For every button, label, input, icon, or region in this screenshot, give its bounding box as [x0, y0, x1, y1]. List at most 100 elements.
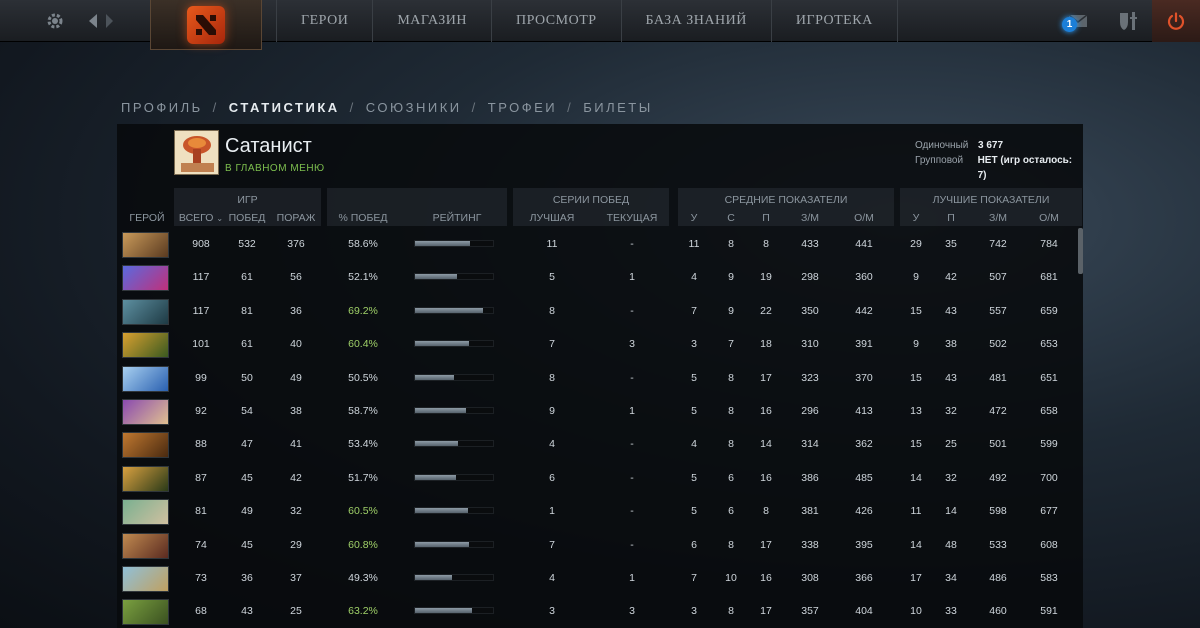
cell-aa: 16: [760, 572, 772, 584]
cell-wins: 45: [241, 538, 253, 551]
table-row[interactable]: 73 36 37 49.3% 4 1 7 10 16 308 366 17 34 486 583: [117, 562, 1083, 595]
hero-portrait[interactable]: [122, 365, 169, 392]
cell-total: 101: [192, 338, 210, 351]
hero-portrait[interactable]: [122, 298, 169, 325]
cell-ak: 4: [691, 271, 697, 284]
col-winrate[interactable]: % ПОБЕД: [335, 212, 391, 224]
hero-portrait[interactable]: [122, 499, 169, 526]
col-hero[interactable]: ГЕРОЙ: [122, 212, 172, 224]
table-row[interactable]: 908 532 376 58.6% 11 - 11 8 8 433 441 29 35 742 784: [117, 228, 1083, 261]
cell-wins: 47: [241, 438, 253, 451]
hero-portrait[interactable]: [122, 599, 169, 626]
cell-ba: 38: [945, 338, 957, 351]
armory-icon[interactable]: [1114, 0, 1142, 42]
table-row[interactable]: 74 45 29 60.8% 7 - 6 8 17 338 395 14 48 533 608: [117, 529, 1083, 562]
tab-allies[interactable]: СОЮЗНИКИ: [366, 100, 462, 115]
cell-axpm: 366: [855, 572, 873, 584]
table-row[interactable]: 87 45 42 51.7% 6 - 5 6 16 386 485 14 32 492 700: [117, 462, 1083, 495]
col-avg-deaths[interactable]: С: [720, 212, 742, 224]
cell-best: 7: [549, 338, 555, 351]
cell-axpm: 395: [855, 538, 873, 551]
col-avg-xpm[interactable]: О/М: [848, 212, 880, 224]
solo-rank-value: 3 677: [978, 140, 1004, 151]
main-nav: ГЕРОИ МАГАЗИН ПРОСМОТР БАЗА ЗНАНИЙ ИГРОТ…: [276, 0, 898, 42]
cell-bgpm: 492: [989, 471, 1007, 484]
col-losses[interactable]: ПОРАЖ: [271, 212, 321, 224]
cell-aa: 8: [763, 238, 769, 250]
scrollbar[interactable]: [1078, 228, 1083, 274]
cell-total: 99: [195, 371, 207, 384]
col-best-xpm[interactable]: О/М: [1033, 212, 1065, 224]
table-row[interactable]: 101 61 40 60.4% 7 3 3 7 18 310 391 9 38 502 653: [117, 328, 1083, 361]
hero-portrait[interactable]: [122, 265, 169, 292]
table-row[interactable]: 81 49 32 60.5% 1 - 5 6 8 381 426 11 14 598 677: [117, 495, 1083, 528]
nav-arcade[interactable]: ИГРОТЕКА: [772, 0, 898, 42]
rating-bar-fill: [415, 341, 469, 347]
col-wins[interactable]: ПОБЕД: [225, 212, 269, 224]
nav-learn[interactable]: БАЗА ЗНАНИЙ: [622, 0, 772, 42]
table-row[interactable]: 99 50 49 50.5% 8 - 5 8 17 323 370 15 43 481 651: [117, 362, 1083, 395]
col-rating[interactable]: РЕЙТИНГ: [417, 212, 497, 224]
table-row[interactable]: 117 81 36 69.2% 8 - 7 9 22 350 442 15 43 557 659: [117, 295, 1083, 328]
gear-icon[interactable]: [40, 0, 70, 42]
cell-aa: 22: [760, 304, 772, 317]
breadcrumb-separator: /: [212, 100, 219, 115]
hero-portrait[interactable]: [122, 566, 169, 592]
hero-portrait[interactable]: [122, 399, 169, 425]
hero-portrait[interactable]: [122, 532, 169, 559]
cell-wins: 49: [241, 505, 253, 518]
hero-portrait[interactable]: [122, 332, 169, 359]
cell-ak: 5: [691, 471, 697, 484]
cell-wins: 61: [241, 338, 253, 351]
col-best-streak[interactable]: ЛУЧШАЯ: [521, 212, 583, 224]
cell-axpm: 441: [855, 238, 873, 250]
tab-tickets[interactable]: БИЛЕТЫ: [583, 100, 653, 115]
cell-winrate: 60.8%: [348, 538, 378, 551]
cell-total: 117: [192, 304, 210, 317]
col-total[interactable]: ВСЕГО ⌄: [177, 212, 225, 224]
cell-winrate: 49.3%: [348, 572, 378, 584]
cell-agpm: 386: [801, 471, 819, 484]
rating-bar-fill: [415, 307, 483, 313]
cell-aa: 18: [760, 338, 772, 351]
hero-portrait[interactable]: [122, 465, 169, 492]
table-row[interactable]: 68 43 25 63.2% 3 3 3 8 17 357 404 10 33 460 591: [117, 595, 1083, 628]
col-best-kills[interactable]: У: [905, 212, 927, 224]
table-row[interactable]: 88 47 41 53.4% 4 - 4 8 14 314 362 15 25 501 599: [117, 428, 1083, 461]
cell-ad: 6: [728, 505, 734, 518]
hero-portrait[interactable]: [122, 232, 169, 258]
cell-bgpm: 481: [989, 371, 1007, 384]
group-best: ЛУЧШИЕ ПОКАЗАТЕЛИ: [932, 194, 1050, 206]
avatar[interactable]: [174, 130, 219, 175]
col-best-gpm[interactable]: З/М: [981, 212, 1015, 224]
nav-heroes[interactable]: ГЕРОИ: [276, 0, 374, 42]
col-avg-gpm[interactable]: З/М: [795, 212, 825, 224]
tab-stats[interactable]: СТАТИСТИКА: [229, 100, 340, 115]
nav-store[interactable]: МАГАЗИН: [373, 0, 492, 42]
col-avg-assists[interactable]: П: [755, 212, 777, 224]
table-row[interactable]: 117 61 56 52.1% 5 1 4 9 19 298 360 9 42 507 681: [117, 261, 1083, 294]
forward-arrow-icon[interactable]: [103, 0, 117, 42]
tab-trophies[interactable]: ТРОФЕИ: [488, 100, 557, 115]
cell-best: 3: [549, 605, 555, 618]
cell-ad: 10: [725, 572, 737, 584]
table-row[interactable]: 92 54 38 58.7% 9 1 5 8 16 296 413 13 32 472 658: [117, 395, 1083, 428]
hero-portrait[interactable]: [122, 432, 169, 459]
player-status: В ГЛАВНОМ МЕНЮ: [225, 163, 325, 174]
tab-profile[interactable]: ПРОФИЛЬ: [121, 100, 203, 115]
nav-watch[interactable]: ПРОСМОТР: [492, 0, 622, 42]
cell-ak: 3: [691, 605, 697, 618]
cell-losses: 49: [290, 371, 302, 384]
cell-best: 4: [549, 572, 555, 584]
power-button[interactable]: [1152, 0, 1200, 42]
cell-total: 81: [195, 505, 207, 518]
col-current-streak[interactable]: ТЕКУЩАЯ: [601, 212, 663, 224]
col-best-assists[interactable]: П: [940, 212, 962, 224]
stats-panel: Сатанист В ГЛАВНОМ МЕНЮ Одиночный 3 677 Г…: [117, 124, 1083, 628]
cell-agpm: 381: [801, 505, 819, 518]
top-bar: ГЕРОИ МАГАЗИН ПРОСМОТР БАЗА ЗНАНИЙ ИГРОТ…: [0, 0, 1200, 50]
col-avg-kills[interactable]: У: [683, 212, 705, 224]
cell-total: 117: [192, 271, 210, 284]
dota-logo-button[interactable]: [150, 0, 262, 50]
back-arrow-icon[interactable]: [84, 0, 102, 42]
